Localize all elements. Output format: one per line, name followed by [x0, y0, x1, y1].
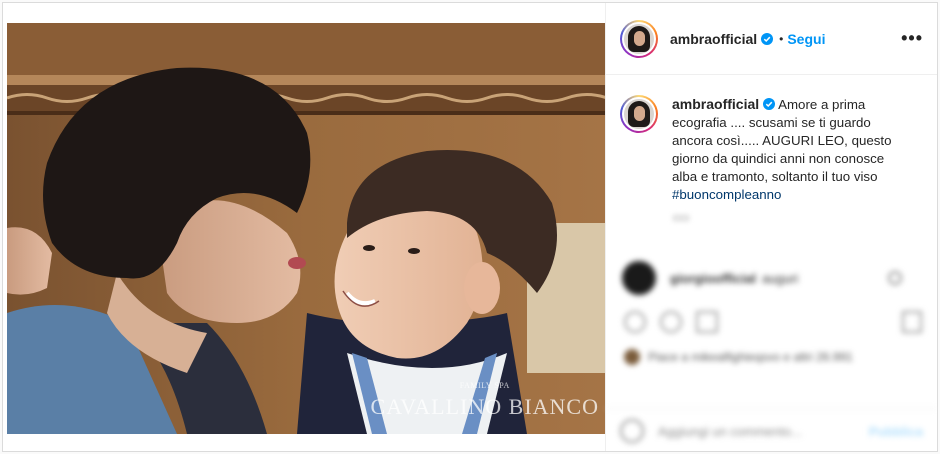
emoji-icon[interactable]: [620, 419, 644, 443]
likes-summary[interactable]: Piace a mikealfighieqsvo e altri 26.991: [624, 349, 853, 365]
post-media: FAMILY SPA CAVALLINO BIANCO: [3, 3, 605, 451]
more-options-icon[interactable]: •••: [901, 28, 923, 49]
photo-illustration: [7, 23, 605, 434]
publish-button[interactable]: Pubblica: [869, 424, 923, 439]
save-icon[interactable]: [902, 311, 922, 333]
comment-icon[interactable]: [660, 311, 682, 333]
story-ring[interactable]: [620, 19, 658, 58]
caption-avatar: [624, 99, 654, 129]
add-comment-input[interactable]: Aggiungi un commento...: [658, 424, 802, 439]
caption-time: [672, 214, 690, 222]
likes-avatar: [624, 349, 640, 365]
instagram-post: FAMILY SPA CAVALLINO BIANCO ambraofficia…: [2, 2, 938, 452]
caption-avatar-face: [634, 106, 645, 121]
header-username[interactable]: ambraofficial: [670, 31, 757, 47]
photo-watermark: FAMILY SPA CAVALLINO BIANCO: [371, 382, 599, 418]
watermark-big-text: CAVALLINO BIANCO: [370, 394, 599, 419]
action-bar: [624, 311, 718, 333]
share-icon[interactable]: [696, 311, 718, 333]
likes-text: Piace a mikealfighieqsvo e altri 26.991: [648, 350, 853, 364]
avatar-border: [622, 21, 656, 56]
separator-dot: •: [779, 31, 784, 46]
caption: ambraofficial Amore a prima ecografia ..…: [606, 75, 937, 204]
caption-story-ring[interactable]: [620, 95, 658, 133]
comment-text: auguri: [761, 270, 799, 286]
comment-like-icon[interactable]: [888, 271, 902, 285]
caption-hashtag[interactable]: #buoncompleanno: [672, 187, 781, 202]
caption-avatar-border: [622, 97, 656, 131]
caption-username[interactable]: ambraofficial: [672, 96, 759, 112]
post-photo[interactable]: FAMILY SPA CAVALLINO BIANCO: [7, 23, 605, 434]
verified-badge-icon: [761, 32, 774, 45]
follow-button[interactable]: Segui: [787, 31, 825, 47]
like-icon[interactable]: [624, 311, 646, 333]
blurred-comments-area: giorgioofficial auguri Piace a mikealfig…: [606, 253, 937, 451]
caption-text: ambraofficial Amore a prima ecografia ..…: [672, 95, 912, 204]
avatar-face: [634, 30, 645, 46]
post-side-panel: ambraofficial • Segui ••• ambraofficial: [605, 3, 937, 451]
avatar: [624, 23, 654, 54]
comment-username[interactable]: giorgioofficial: [670, 271, 756, 286]
comment-avatar[interactable]: [622, 261, 656, 295]
watermark-small-text: FAMILY SPA: [459, 381, 510, 390]
post-header: ambraofficial • Segui •••: [606, 3, 937, 75]
add-comment-bar: Aggiungi un commento... Pubblica: [606, 408, 937, 453]
comment-row: giorgioofficial auguri: [622, 261, 798, 295]
caption-verified-badge-icon: [763, 98, 776, 110]
